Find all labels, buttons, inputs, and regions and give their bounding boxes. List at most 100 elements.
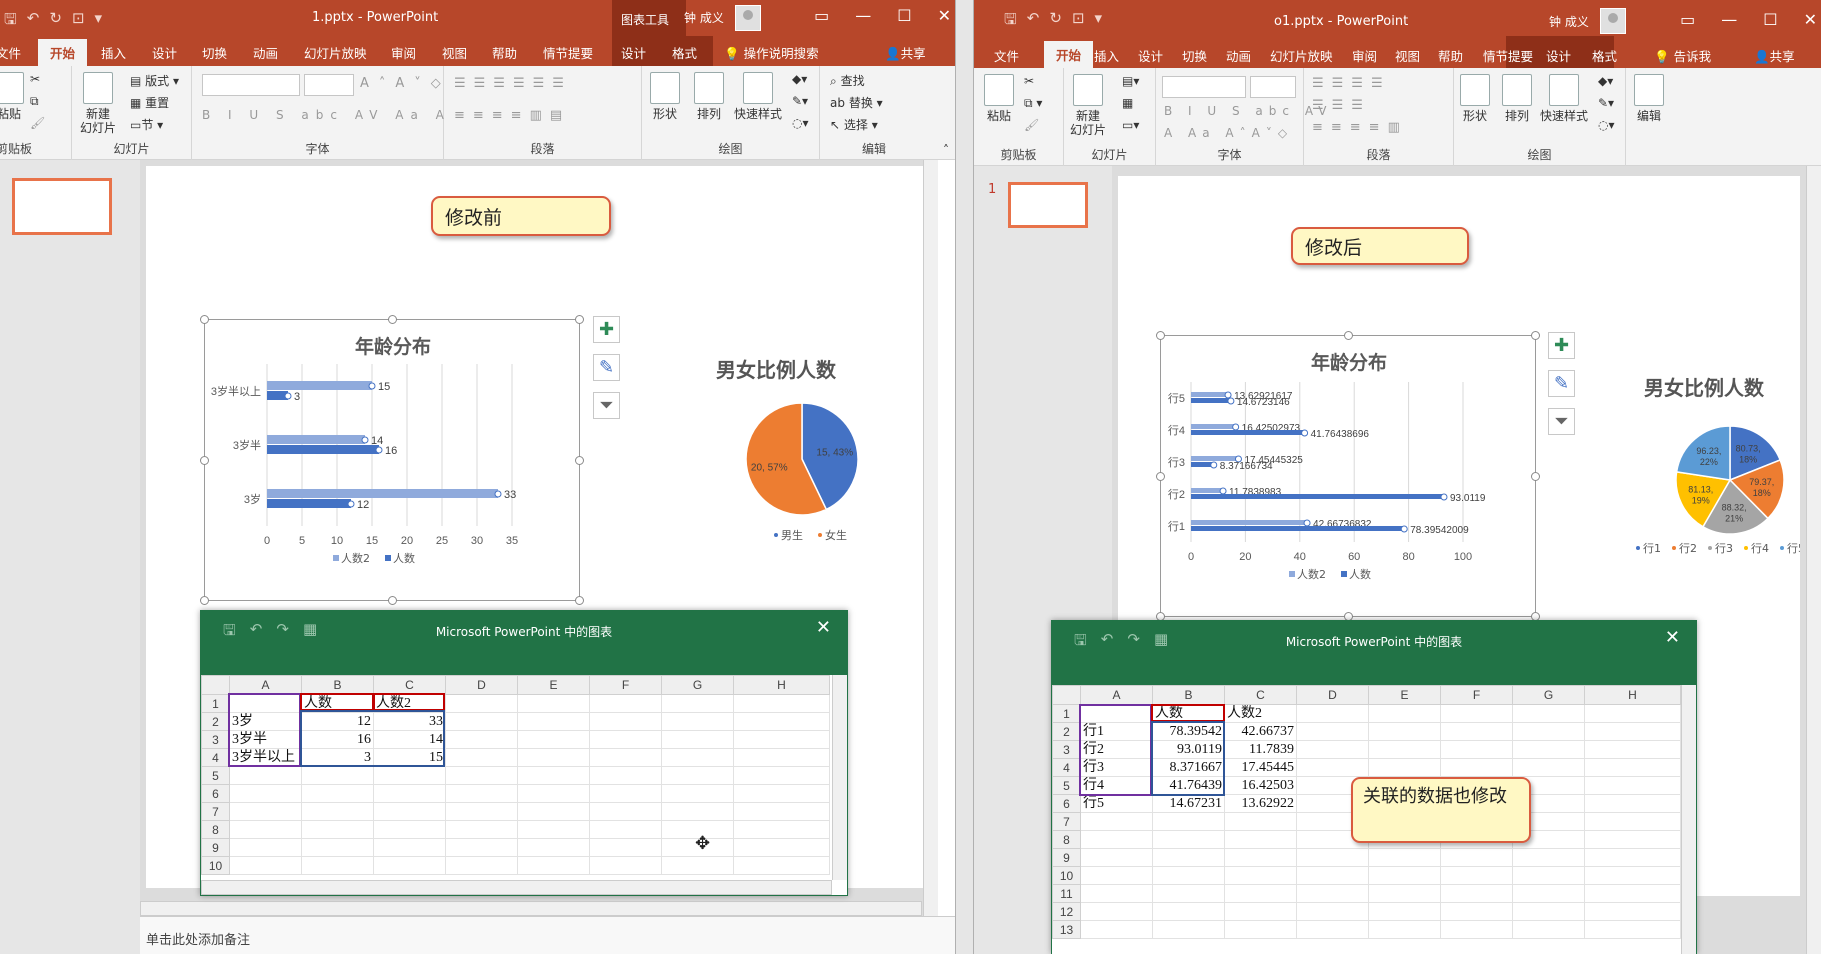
column-header[interactable]: E xyxy=(1368,685,1441,705)
cell[interactable]: 3岁半以上 xyxy=(229,748,302,767)
select-all-corner[interactable] xyxy=(1052,685,1081,705)
cell[interactable] xyxy=(517,820,590,839)
avatar[interactable] xyxy=(1600,8,1626,34)
save-icon[interactable]: 🖫 xyxy=(4,9,17,34)
cell[interactable] xyxy=(229,802,302,821)
cell[interactable]: 人数2 xyxy=(373,694,446,713)
cell[interactable]: 行2 xyxy=(1080,740,1153,759)
collapse-ribbon-icon[interactable]: ˄ xyxy=(943,143,949,157)
cell[interactable] xyxy=(1512,884,1585,903)
section-button[interactable]: ▭节 ▾ xyxy=(130,116,163,133)
row-header[interactable]: 3 xyxy=(1052,740,1081,759)
cell[interactable] xyxy=(517,838,590,857)
grid-vertical-scrollbar[interactable] xyxy=(1681,685,1696,954)
copy-icon[interactable]: ⧉ xyxy=(30,94,39,109)
column-header[interactable]: B xyxy=(1152,685,1225,705)
cell[interactable] xyxy=(1080,848,1153,867)
tab-chart-design[interactable]: 设计 xyxy=(1546,46,1571,65)
cell[interactable] xyxy=(1152,884,1225,903)
cell[interactable] xyxy=(661,766,734,785)
share-button[interactable]: 👤共享 xyxy=(885,43,926,62)
column-header[interactable]: F xyxy=(1440,685,1513,705)
resize-handle[interactable] xyxy=(1156,472,1165,481)
cell[interactable]: 11.7839 xyxy=(1224,740,1297,759)
cell[interactable] xyxy=(1080,866,1153,885)
customize-qat-icon[interactable]: ▾ xyxy=(95,9,103,34)
chart-elements-button[interactable]: ✚ xyxy=(1548,332,1575,359)
minimize-icon[interactable]: — xyxy=(1721,10,1737,29)
column-header[interactable]: D xyxy=(445,675,518,695)
cell[interactable] xyxy=(1368,920,1441,939)
align-icons[interactable]: ≡≡≡≡▥ xyxy=(1312,120,1408,135)
tab-help[interactable]: 帮助 xyxy=(1438,46,1463,65)
cell[interactable] xyxy=(1584,704,1681,723)
cell[interactable] xyxy=(301,766,374,785)
shape-outline-icon[interactable]: ✎▾ xyxy=(792,94,808,108)
cell[interactable] xyxy=(1296,740,1369,759)
column-header[interactable]: G xyxy=(1512,685,1585,705)
cell[interactable] xyxy=(1440,902,1513,921)
cell[interactable]: 行1 xyxy=(1080,722,1153,741)
cell[interactable] xyxy=(1224,884,1297,903)
close-icon[interactable]: ✕ xyxy=(938,6,951,25)
cell[interactable]: 3岁半 xyxy=(229,730,302,749)
cell[interactable] xyxy=(1584,884,1681,903)
column-header[interactable]: G xyxy=(661,675,734,695)
chart-styles-button[interactable]: ✎ xyxy=(1548,370,1575,397)
cell[interactable] xyxy=(1224,812,1297,831)
cell[interactable] xyxy=(1512,866,1585,885)
cell[interactable] xyxy=(1224,830,1297,849)
row-header[interactable]: 1 xyxy=(201,694,230,713)
cell[interactable]: 17.45445 xyxy=(1224,758,1297,777)
column-header[interactable]: C xyxy=(373,675,446,695)
cell[interactable] xyxy=(229,838,302,857)
cut-icon[interactable]: ✂ xyxy=(1024,74,1034,88)
cell[interactable]: 33 xyxy=(373,712,446,731)
arrange-button[interactable]: 排列 xyxy=(694,72,724,121)
tab-slideshow[interactable]: 幻灯片放映 xyxy=(1270,46,1333,65)
cell[interactable] xyxy=(301,856,374,875)
ribbon-display-icon[interactable]: ▭ xyxy=(814,6,829,25)
cell[interactable] xyxy=(373,856,446,875)
row-header[interactable]: 13 xyxy=(1052,920,1081,939)
cell[interactable] xyxy=(517,748,590,767)
cell[interactable] xyxy=(1080,920,1153,939)
font-size-select[interactable] xyxy=(304,74,354,96)
cell[interactable] xyxy=(517,856,590,875)
cell[interactable] xyxy=(661,856,734,875)
find-button[interactable]: ⌕ 查找 xyxy=(830,72,865,89)
cell[interactable] xyxy=(373,820,446,839)
cell[interactable] xyxy=(1584,794,1681,813)
cell[interactable] xyxy=(1296,722,1369,741)
tab-design[interactable]: 设计 xyxy=(1138,46,1163,65)
cell[interactable] xyxy=(589,820,662,839)
cell[interactable] xyxy=(1440,704,1513,723)
cell[interactable] xyxy=(1440,758,1513,777)
row-header[interactable]: 7 xyxy=(201,802,230,821)
cell[interactable] xyxy=(589,766,662,785)
layout-icon[interactable]: ▤▾ xyxy=(1122,74,1139,88)
cell[interactable] xyxy=(1368,722,1441,741)
cell[interactable] xyxy=(1512,848,1585,867)
cell[interactable] xyxy=(445,820,518,839)
shape-outline-icon[interactable]: ✎▾ xyxy=(1598,96,1614,110)
cell[interactable] xyxy=(1368,758,1441,777)
cell[interactable] xyxy=(1296,884,1369,903)
column-header[interactable]: A xyxy=(1080,685,1153,705)
callout-data-linked[interactable]: 关联的数据也修改 xyxy=(1351,777,1531,843)
cell[interactable] xyxy=(517,802,590,821)
cell[interactable] xyxy=(517,730,590,749)
cell[interactable] xyxy=(445,856,518,875)
cell[interactable]: 15 xyxy=(373,748,446,767)
cell[interactable] xyxy=(1584,902,1681,921)
cell[interactable]: 42.66737 xyxy=(1224,722,1297,741)
cell[interactable] xyxy=(1440,740,1513,759)
cell[interactable] xyxy=(1512,722,1585,741)
row-header[interactable]: 8 xyxy=(201,820,230,839)
row-header[interactable]: 2 xyxy=(201,712,230,731)
font-name-select[interactable] xyxy=(202,74,300,96)
cell[interactable] xyxy=(1080,902,1153,921)
cell[interactable] xyxy=(1152,848,1225,867)
cell[interactable] xyxy=(733,784,830,803)
cell[interactable] xyxy=(1512,758,1585,777)
